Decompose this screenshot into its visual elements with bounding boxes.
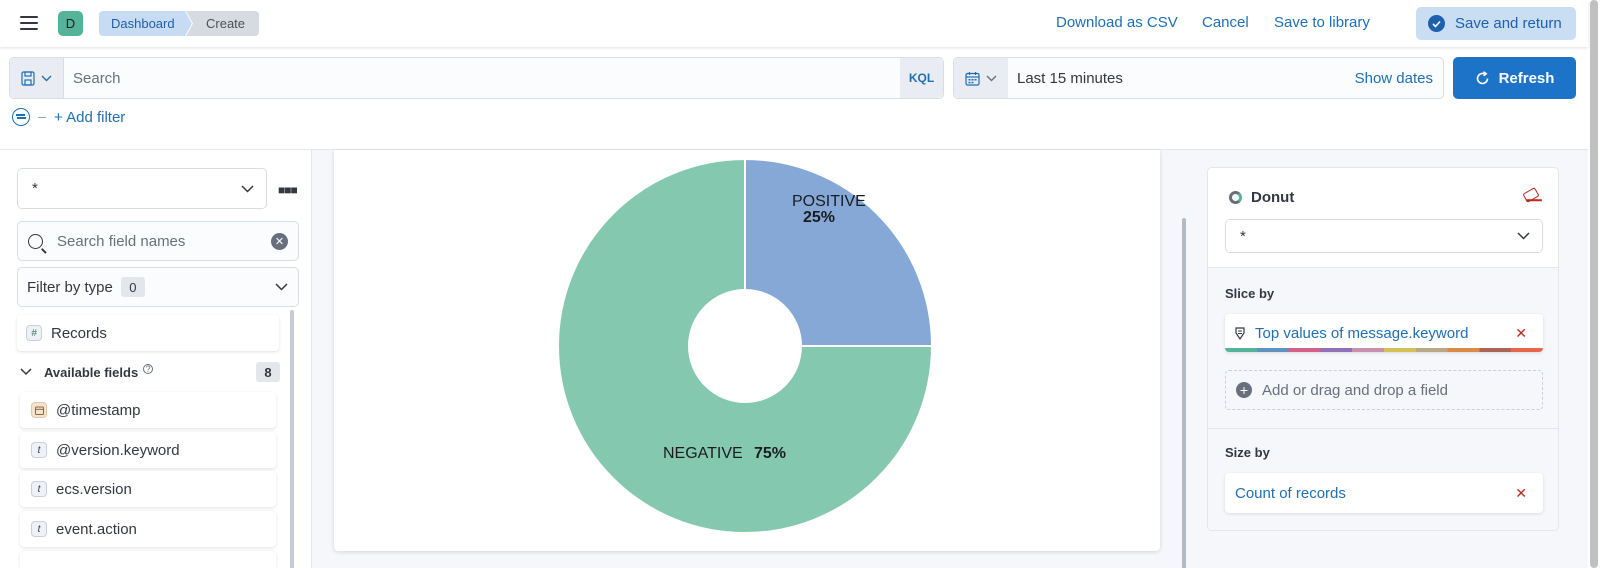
records-field[interactable]: # Records [17, 315, 279, 351]
field-name: ecs.version [56, 480, 132, 498]
field-item[interactable]: @timestamp [20, 392, 276, 428]
add-filter-button[interactable]: + Add filter [54, 109, 125, 126]
chevron-down-icon [241, 184, 254, 193]
save-icon [21, 70, 35, 86]
plus-icon: + [1236, 382, 1252, 398]
size-by-field: Count of records [1235, 484, 1346, 502]
slice-label-positive: POSITIVE [792, 193, 866, 210]
field-name: @timestamp [56, 401, 141, 419]
saved-query-button[interactable] [10, 58, 64, 98]
field-name: event.action [56, 520, 137, 538]
index-pattern-select[interactable]: * [17, 168, 267, 209]
refresh-label: Refresh [1498, 69, 1555, 87]
remove-icon[interactable]: ✕ [1515, 485, 1527, 502]
query-bar: KQL [9, 57, 944, 99]
donut-hole [688, 289, 802, 403]
chevron-down-icon [20, 368, 32, 376]
slice-percent-negative: 75% [754, 445, 786, 462]
tag-icon [1235, 326, 1245, 340]
show-dates-link[interactable]: Show dates [1355, 70, 1443, 87]
layer-config-panel: Donut * Slice by Top values of message.k… [1207, 167, 1559, 531]
check-icon [1428, 15, 1445, 32]
scrollbar[interactable] [1182, 218, 1186, 568]
donut-icon [1229, 191, 1242, 204]
filter-by-type-button[interactable]: Filter by type 0 [17, 267, 299, 307]
time-range-text[interactable]: Last 15 minutes [1008, 70, 1355, 87]
filter-count-badge: 0 [120, 277, 145, 297]
chevron-down-icon [986, 75, 997, 81]
field-search-input[interactable] [57, 232, 271, 250]
slice-by-dimension[interactable]: Top values of message.keyword ✕ [1225, 314, 1543, 352]
filter-row: + Add filter [12, 108, 125, 126]
scrollbar[interactable] [290, 310, 294, 568]
string-type-icon: t [31, 521, 47, 537]
config-column: Donut * Slice by Top values of message.k… [1188, 150, 1588, 568]
string-type-icon: t [31, 481, 47, 497]
field-item[interactable]: t @version.keyword [20, 432, 276, 468]
date-picker: Last 15 minutes Show dates [953, 57, 1444, 99]
available-fields-count: 8 [256, 362, 280, 382]
records-label: Records [51, 324, 107, 342]
field-list-panel: * ■■■ ✕ Filter by type 0 # Records Avail… [0, 150, 312, 568]
search-icon [28, 233, 43, 249]
menu-icon[interactable] [18, 13, 40, 33]
number-type-icon: # [26, 325, 42, 341]
cancel-link[interactable]: Cancel [1202, 14, 1249, 31]
chevron-down-icon [41, 75, 52, 81]
save-and-return-button[interactable]: Save and return [1416, 7, 1576, 40]
donut-chart: POSITIVE 25% NEGATIVE 75% [557, 157, 934, 534]
color-palette-strip [1225, 348, 1543, 352]
search-input[interactable] [64, 58, 900, 98]
breadcrumb-create: Create [186, 11, 259, 36]
add-dimension-button[interactable]: + Add or drag and drop a field [1225, 370, 1543, 410]
space-avatar[interactable]: D [58, 11, 83, 36]
index-pattern-value: * [32, 180, 38, 197]
quick-date-menu-button[interactable] [954, 58, 1008, 98]
layer-index-select[interactable]: * [1225, 219, 1543, 253]
remove-icon[interactable]: ✕ [1515, 325, 1527, 342]
breadcrumb-dashboard[interactable]: Dashboard [99, 11, 192, 36]
available-fields-label: Available fields [44, 364, 139, 380]
save-to-library-link[interactable]: Save to library [1274, 14, 1370, 31]
date-type-icon [31, 402, 47, 418]
refresh-icon [1476, 70, 1488, 84]
more-options-icon[interactable]: ■■■ [278, 183, 298, 197]
size-by-dimension[interactable]: Count of records ✕ [1225, 473, 1543, 513]
download-csv-link[interactable]: Download as CSV [1056, 14, 1178, 31]
filter-divider [38, 116, 46, 118]
kql-toggle[interactable]: KQL [900, 58, 943, 98]
slice-by-section: Slice by Top values of message.keyword ✕… [1208, 267, 1558, 428]
field-item[interactable] [20, 551, 276, 568]
chart-panel: POSITIVE 25% NEGATIVE 75% [334, 150, 1160, 551]
filter-menu-icon[interactable] [12, 108, 30, 126]
help-icon[interactable]: ? [143, 364, 154, 374]
size-by-label: Size by [1225, 445, 1270, 460]
filter-by-type-label: Filter by type [27, 278, 113, 296]
slice-label-negative: NEGATIVE [663, 445, 743, 462]
field-search: ✕ [17, 221, 299, 261]
eraser-icon[interactable] [1522, 187, 1540, 203]
field-name: @version.keyword [56, 441, 180, 459]
slice-by-label: Slice by [1225, 286, 1275, 301]
string-type-icon: t [31, 442, 47, 458]
chevron-down-icon [275, 283, 288, 291]
workspace: * ■■■ ✕ Filter by type 0 # Records Avail… [0, 149, 1588, 568]
window-scrollbar[interactable] [1588, 0, 1600, 568]
save-and-return-label: Save and return [1455, 15, 1562, 32]
chevron-down-icon [1517, 232, 1530, 240]
slice-percent-positive: 25% [803, 209, 835, 226]
size-by-section: Size by Count of records ✕ [1208, 428, 1558, 530]
field-item[interactable]: t event.action [20, 511, 276, 547]
add-field-label: Add or drag and drop a field [1262, 381, 1448, 399]
calendar-icon [965, 71, 980, 86]
clear-icon[interactable]: ✕ [271, 232, 288, 250]
refresh-button[interactable]: Refresh [1453, 57, 1576, 99]
app-header: D Dashboard Create Download as CSV Cance… [0, 0, 1588, 47]
chart-type-label: Donut [1251, 189, 1295, 206]
layer-index-value: * [1240, 227, 1246, 245]
available-fields-header[interactable]: Available fields ? 8 [20, 360, 280, 384]
chart-type-selector[interactable]: Donut [1229, 189, 1294, 206]
slice-by-field: Top values of message.keyword [1255, 324, 1469, 342]
field-item[interactable]: t ecs.version [20, 471, 276, 507]
